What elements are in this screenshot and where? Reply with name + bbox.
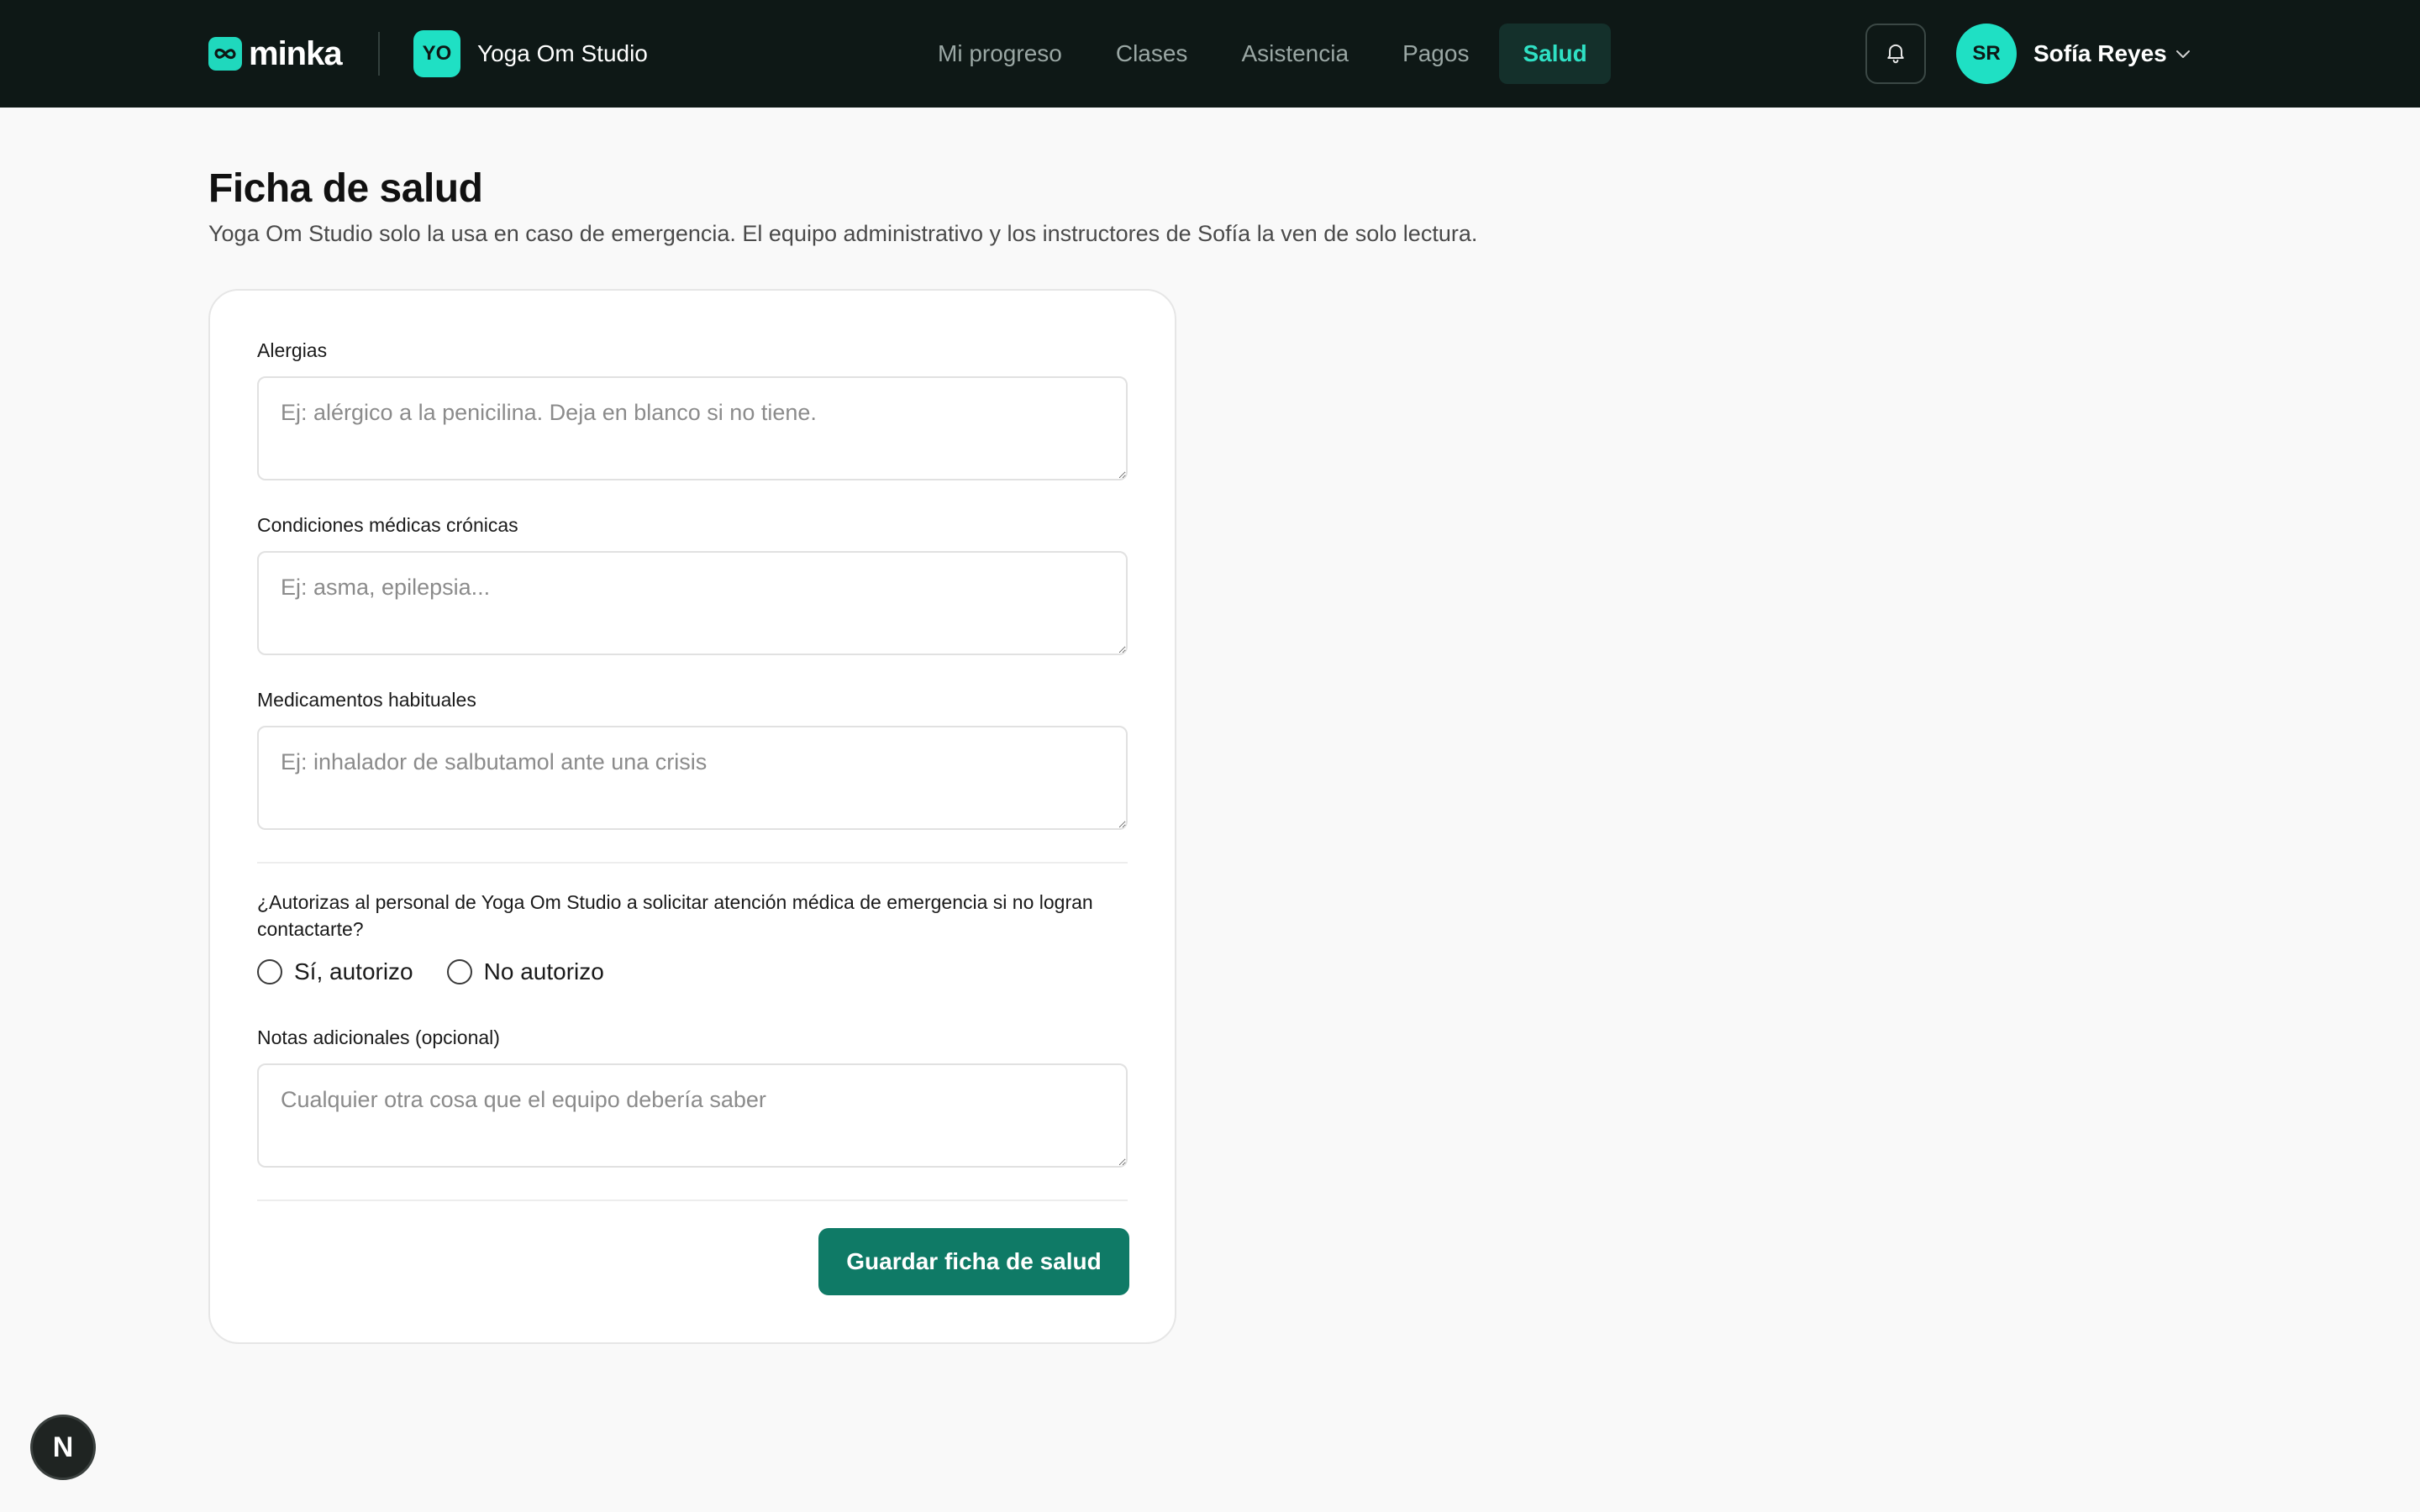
radio-button-no[interactable]	[446, 959, 472, 984]
allergies-label: Alergias	[257, 339, 328, 361]
section-divider	[257, 862, 1128, 864]
conditions-field[interactable]	[257, 551, 1128, 655]
nav-item-pagos[interactable]: Pagos	[1379, 24, 1492, 84]
radio-option-yes[interactable]: Sí, autorizo	[257, 958, 413, 986]
nav-item-clases[interactable]: Clases	[1092, 24, 1212, 84]
authorization-radio-group: Sí, autorizo No autorizo	[257, 958, 604, 986]
notes-label: Notas adicionales (opcional)	[257, 1026, 500, 1048]
radio-label-no: No autorizo	[483, 958, 604, 984]
medications-label: Medicamentos habituales	[257, 689, 476, 711]
notes-field[interactable]	[257, 1063, 1128, 1168]
infinity-icon	[208, 37, 242, 71]
bell-icon	[1884, 40, 1907, 68]
radio-label-yes: Sí, autorizo	[294, 958, 413, 984]
page-title: Ficha de salud	[208, 166, 483, 211]
logo-wordmark: minka	[249, 35, 343, 72]
authorization-question: ¿Autorizas al personal de Yoga Om Studio…	[257, 891, 1093, 940]
studio-name: Yoga Om Studio	[477, 40, 648, 66]
allergies-field[interactable]	[257, 376, 1128, 480]
top-navigation-bar: minka YO Yoga Om Studio Mi progreso Clas…	[0, 0, 2420, 108]
actions-divider	[257, 1200, 1128, 1201]
radio-button-yes[interactable]	[257, 959, 282, 984]
nav-item-salud[interactable]: Salud	[1499, 24, 1611, 84]
health-form-card: Alergias Condiciones médicas crónicas Me…	[208, 289, 1176, 1344]
header-divider	[378, 32, 380, 76]
main-nav: Mi progreso Clases Asistencia Pagos Salu…	[914, 24, 1611, 84]
minka-logo[interactable]: minka	[208, 35, 343, 72]
user-name[interactable]: Sofía Reyes	[2033, 39, 2167, 69]
conditions-label: Condiciones médicas crónicas	[257, 514, 518, 536]
notifications-button[interactable]	[1865, 24, 1926, 84]
medications-field[interactable]	[257, 726, 1128, 830]
radio-option-no[interactable]: No autorizo	[446, 958, 604, 986]
page-subtitle: Yoga Om Studio solo la usa en caso de em…	[208, 221, 1478, 246]
studio-avatar: YO	[413, 30, 460, 77]
nextjs-dev-indicator[interactable]: N	[30, 1415, 96, 1480]
chevron-down-icon[interactable]	[2173, 44, 2193, 68]
nav-item-mi-progreso[interactable]: Mi progreso	[914, 24, 1086, 84]
nav-item-asistencia[interactable]: Asistencia	[1218, 24, 1372, 84]
save-health-record-button[interactable]: Guardar ficha de salud	[818, 1228, 1129, 1295]
user-avatar[interactable]: SR	[1956, 24, 2017, 84]
